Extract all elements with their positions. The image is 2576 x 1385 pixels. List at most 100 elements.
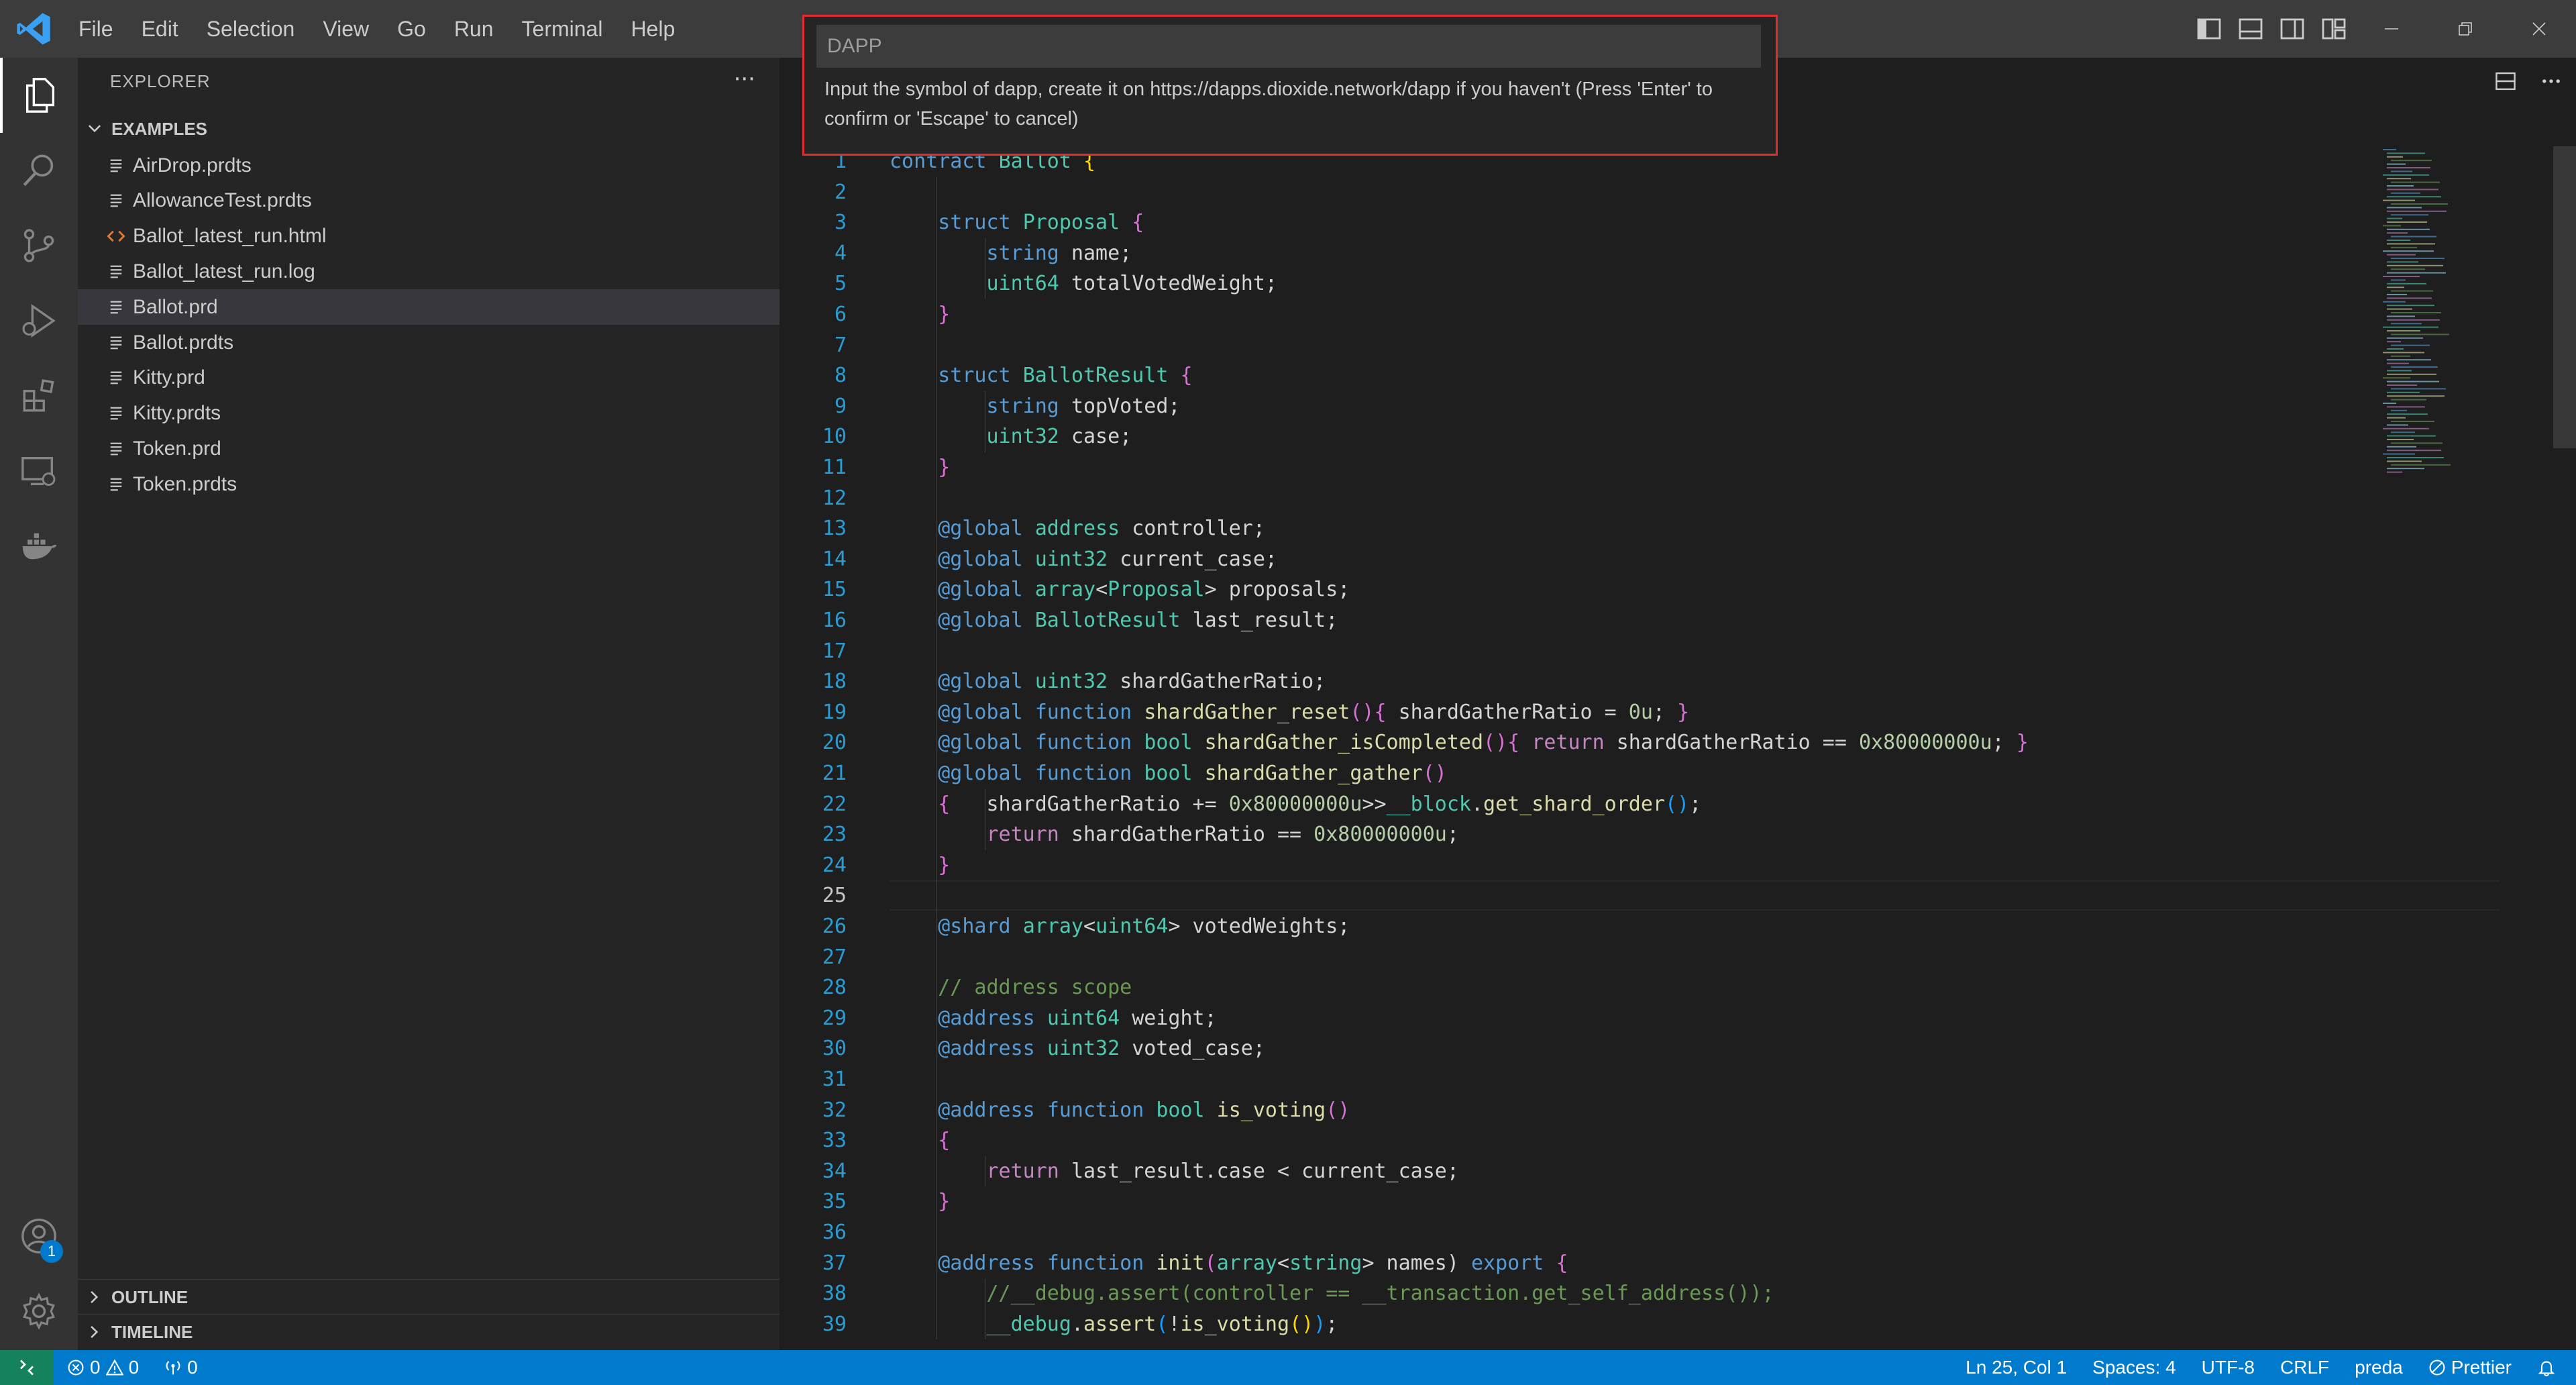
code-line[interactable]: 27 (780, 942, 2390, 973)
code-line[interactable]: 13 @global address controller; (780, 513, 2390, 544)
folder-examples-header[interactable]: EXAMPLES (78, 111, 780, 146)
menu-run[interactable]: Run (440, 0, 508, 58)
code-line[interactable]: 3 struct Proposal { (780, 207, 2390, 238)
toggle-secondary-sidebar-icon[interactable] (2279, 15, 2306, 42)
file-item[interactable]: Kitty.prdts (78, 396, 780, 431)
code-line[interactable]: 19 @global function shardGather_reset(){… (780, 697, 2390, 728)
code-line[interactable]: 33 { (780, 1125, 2390, 1156)
toggle-primary-sidebar-icon[interactable] (2196, 15, 2222, 42)
manage-activity[interactable] (0, 1274, 78, 1349)
problems-indicator[interactable]: 0 0 (67, 1357, 139, 1378)
indentation[interactable]: Spaces: 4 (2092, 1357, 2176, 1378)
language-mode[interactable]: preda (2355, 1357, 2403, 1378)
code-line[interactable]: 15 @global array<Proposal> proposals; (780, 574, 2390, 605)
code-line[interactable]: 10 uint32 case; (780, 421, 2390, 452)
explorer-activity[interactable] (0, 58, 78, 133)
menu-selection[interactable]: Selection (193, 0, 309, 58)
prettier-status[interactable]: Prettier (2428, 1357, 2512, 1378)
file-item[interactable]: AirDrop.prdts (78, 148, 780, 183)
search-activity[interactable] (0, 133, 78, 208)
code-line[interactable]: 20 @global function bool shardGather_isC… (780, 727, 2390, 758)
quick-input-dialog: DAPP Input the symbol of dapp, create it… (802, 15, 1778, 156)
code-line[interactable]: 32 @address function bool is_voting() (780, 1095, 2390, 1126)
code-line[interactable]: 6 } (780, 299, 2390, 330)
editor-area[interactable]: 1 contract Ballot {2 3 struct Proposal {4 … (780, 58, 2576, 1350)
menu-file[interactable]: File (64, 0, 127, 58)
minimap[interactable] (2375, 146, 2536, 522)
docker-activity[interactable] (0, 509, 78, 584)
code-token: @shard (938, 915, 1023, 938)
cursor-position[interactable]: Ln 25, Col 1 (1966, 1357, 2067, 1378)
activity-bar: 1 (0, 58, 78, 1350)
code-line[interactable]: 11 } (780, 452, 2390, 483)
code-line[interactable]: 14 @global uint32 current_case; (780, 544, 2390, 575)
close-button[interactable] (2502, 0, 2576, 58)
menu-go[interactable]: Go (383, 0, 440, 58)
menu-view[interactable]: View (309, 0, 383, 58)
code-line[interactable]: 39 __debug.assert(!is_voting()); (780, 1309, 2390, 1340)
code-line[interactable]: 2 (780, 177, 2390, 208)
encoding[interactable]: UTF-8 (2202, 1357, 2255, 1378)
dapp-symbol-input[interactable]: DAPP (816, 25, 1761, 68)
code-line[interactable]: 9 string topVoted; (780, 391, 2390, 422)
menu-terminal[interactable]: Terminal (508, 0, 617, 58)
code-line[interactable]: 12 (780, 483, 2390, 514)
code-line[interactable]: 26 @shard array<uint64> votedWeights; (780, 911, 2390, 942)
remote-indicator[interactable] (0, 1350, 54, 1385)
code-line[interactable]: 38 //__debug.assert(controller == __tran… (780, 1278, 2390, 1309)
explorer-more-actions[interactable]: ··· (734, 66, 755, 93)
file-item[interactable]: AllowanceTest.prdts (78, 183, 780, 219)
code-line[interactable]: 5 uint64 totalVotedWeight; (780, 268, 2390, 299)
code-line[interactable]: 30 @address uint32 voted_case; (780, 1033, 2390, 1064)
code-line[interactable]: 35 } (780, 1186, 2390, 1217)
code-line[interactable]: 4 string name; (780, 238, 2390, 269)
file-item[interactable]: Token.prd (78, 431, 780, 466)
code-line[interactable]: 16 @global BallotResult last_result; (780, 605, 2390, 636)
source-control-activity[interactable] (0, 208, 78, 283)
code-line[interactable]: 25 (780, 880, 2500, 911)
code-line[interactable]: 21 @global function bool shardGather_gat… (780, 758, 2390, 789)
end-of-line[interactable]: CRLF (2280, 1357, 2329, 1378)
code-line[interactable]: 37 @address function init(array<string> … (780, 1248, 2390, 1279)
outline-section-header[interactable]: OUTLINE (78, 1279, 780, 1315)
warning-count: 0 (128, 1357, 140, 1378)
timeline-section-header[interactable]: TIMELINE (78, 1314, 780, 1349)
run-debug-activity[interactable] (0, 283, 78, 358)
file-item[interactable]: Ballot.prdts (78, 325, 780, 360)
code-line[interactable]: 17 (780, 636, 2390, 667)
toggle-panel-icon[interactable] (2237, 15, 2264, 42)
code-line[interactable]: 24 } (780, 850, 2390, 881)
file-item[interactable]: Token.prdts (78, 466, 780, 502)
accounts-activity[interactable]: 1 (0, 1198, 78, 1274)
file-item[interactable]: Ballot_latest_run.html (78, 219, 780, 254)
menu-edit[interactable]: Edit (127, 0, 193, 58)
code-line[interactable]: 18 @global uint32 shardGatherRatio; (780, 666, 2390, 697)
code-line[interactable]: 28 // address scope (780, 972, 2390, 1003)
vscode-logo-icon[interactable] (15, 10, 52, 48)
minimap-line (2387, 391, 2420, 393)
code-line[interactable]: 29 @address uint64 weight; (780, 1003, 2390, 1034)
restore-button[interactable] (2428, 0, 2502, 58)
ports-indicator[interactable]: 0 (164, 1357, 198, 1378)
code-line[interactable]: 8 struct BallotResult { (780, 360, 2390, 391)
code-line[interactable]: 23 return shardGatherRatio == 0x80000000… (780, 819, 2390, 850)
file-item[interactable]: Ballot_latest_run.log (78, 254, 780, 289)
extensions-activity[interactable] (0, 358, 78, 433)
split-editor-icon[interactable] (2494, 70, 2517, 93)
more-actions-icon[interactable] (2540, 70, 2563, 93)
file-item[interactable]: Kitty.prd (78, 360, 780, 396)
editor-scrollbar[interactable] (2553, 146, 2576, 448)
code-line[interactable]: 36 (780, 1217, 2390, 1248)
code-line[interactable]: 31 (780, 1064, 2390, 1095)
code-line[interactable]: 7 (780, 330, 2390, 361)
customize-layout-icon[interactable] (2320, 15, 2347, 42)
code-token: // address scope (938, 976, 1132, 1000)
menu-help[interactable]: Help (616, 0, 689, 58)
code-line[interactable]: 22 { shardGatherRatio += 0x80000000u>>__… (780, 789, 2390, 820)
remote-explorer-activity[interactable] (0, 433, 78, 509)
code-line[interactable]: 34 return last_result.case < current_cas… (780, 1156, 2390, 1187)
notifications-button[interactable] (2537, 1358, 2556, 1377)
minimap-line (2383, 427, 2429, 429)
minimize-button[interactable] (2355, 0, 2428, 58)
file-item[interactable]: Ballot.prd (78, 289, 780, 325)
